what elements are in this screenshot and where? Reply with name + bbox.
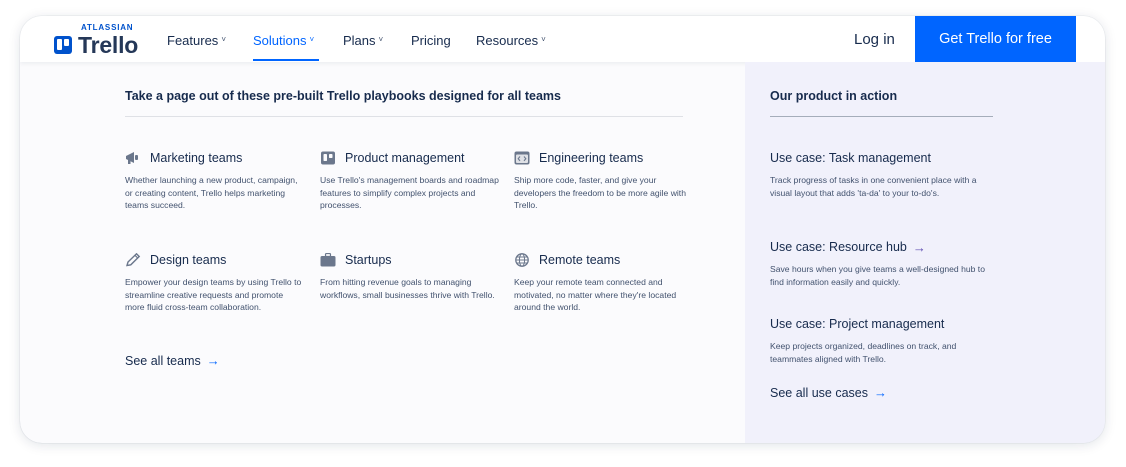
trello-board-icon xyxy=(54,36,72,54)
card-title: Startups xyxy=(345,253,392,267)
trello-logo[interactable]: ATLASSIAN Trello xyxy=(54,23,144,59)
nav-pricing[interactable]: Pricing xyxy=(411,33,451,48)
megaphone-icon xyxy=(126,152,138,164)
top-navigation: ATLASSIAN Trello Features ˅ Solutions ˅ … xyxy=(20,16,1105,62)
team-card-design[interactable]: Design teams Empower your design teams b… xyxy=(125,251,305,314)
nav-features-label: Features xyxy=(167,33,219,48)
use-case-project-management[interactable]: Use case: Project management Keep projec… xyxy=(770,315,995,365)
team-card-engineering[interactable]: Engineering teams Ship more code, faster… xyxy=(514,149,694,212)
card-description: Use Trello's management boards and roadm… xyxy=(320,175,499,211)
card-description: From hitting revenue goals to managing w… xyxy=(320,277,495,300)
get-trello-free-button[interactable]: Get Trello for free xyxy=(915,16,1076,62)
use-case-title: Use case: Project management xyxy=(770,317,945,331)
team-card-product-management[interactable]: Product management Use Trello's manageme… xyxy=(320,149,500,212)
card-title: Product management xyxy=(345,151,465,165)
logo-name-text: Trello xyxy=(78,32,139,58)
divider xyxy=(770,116,993,117)
card-title: Design teams xyxy=(150,253,227,267)
chevron-down-icon: ˅ xyxy=(378,35,384,44)
use-case-description: Save hours when you give teams a well-de… xyxy=(770,264,985,287)
logo-brand-text: ATLASSIAN xyxy=(81,23,134,32)
use-case-resource-hub[interactable]: Use case: Resource hub → Save hours when… xyxy=(770,238,995,288)
use-case-description: Keep projects organized, deadlines on tr… xyxy=(770,341,957,364)
card-title: Marketing teams xyxy=(150,151,243,165)
nav-resources[interactable]: Resources ˅ xyxy=(476,33,546,48)
active-tab-indicator xyxy=(253,59,319,61)
login-link[interactable]: Log in xyxy=(854,31,895,48)
nav-solutions[interactable]: Solutions ˅ xyxy=(253,33,314,48)
use-case-title: Use case: Resource hub xyxy=(770,240,907,254)
globe-icon xyxy=(515,253,529,267)
team-card-remote[interactable]: Remote teams Keep your remote team conne… xyxy=(514,251,694,314)
solutions-menu-window: ATLASSIAN Trello Features ˅ Solutions ˅ … xyxy=(20,16,1105,443)
card-description: Ship more code, faster, and give your de… xyxy=(514,175,686,211)
use-case-task-management[interactable]: Use case: Task management Track progress… xyxy=(770,149,995,199)
team-card-marketing[interactable]: Marketing teams Whether launching a new … xyxy=(125,149,305,212)
see-all-use-cases-link[interactable]: See all use cases → xyxy=(770,385,887,400)
arrow-right-icon: → xyxy=(873,385,887,400)
chevron-down-icon: ˅ xyxy=(221,35,226,44)
use-case-title: Use case: Task management xyxy=(770,151,931,165)
arrow-right-icon: → xyxy=(912,239,926,255)
briefcase-icon xyxy=(320,253,336,267)
card-description: Keep your remote team connected and moti… xyxy=(514,277,677,313)
card-description: Empower your design teams by using Trell… xyxy=(125,277,302,313)
use-case-description: Track progress of tasks in one convenien… xyxy=(770,175,977,198)
chevron-down-icon: ˅ xyxy=(309,35,315,44)
team-card-startups[interactable]: Startups From hitting revenue goals to m… xyxy=(320,251,500,301)
chevron-down-icon: ˅ xyxy=(541,35,546,44)
card-title: Engineering teams xyxy=(539,151,644,165)
nav-plans-label: Plans xyxy=(343,33,376,48)
nav-pricing-label: Pricing xyxy=(411,33,451,48)
pencil-icon xyxy=(126,253,141,267)
card-title: Remote teams xyxy=(539,253,621,267)
see-all-teams-label: See all teams xyxy=(125,353,201,368)
nav-features[interactable]: Features ˅ xyxy=(167,33,226,48)
board-icon xyxy=(321,151,335,165)
nav-solutions-label: Solutions xyxy=(253,33,307,48)
product-in-action-heading: Our product in action xyxy=(770,89,898,103)
see-all-teams-link[interactable]: See all teams → xyxy=(125,353,220,368)
arrow-right-icon: → xyxy=(206,353,220,368)
code-window-icon xyxy=(514,151,530,165)
see-all-use-cases-label: See all use cases xyxy=(770,385,868,400)
playbooks-heading: Take a page out of these pre-built Trell… xyxy=(125,89,561,103)
nav-resources-label: Resources xyxy=(476,33,539,48)
divider xyxy=(125,116,683,117)
card-description: Whether launching a new product, campaig… xyxy=(125,175,298,211)
nav-plans[interactable]: Plans ˅ xyxy=(343,33,383,48)
